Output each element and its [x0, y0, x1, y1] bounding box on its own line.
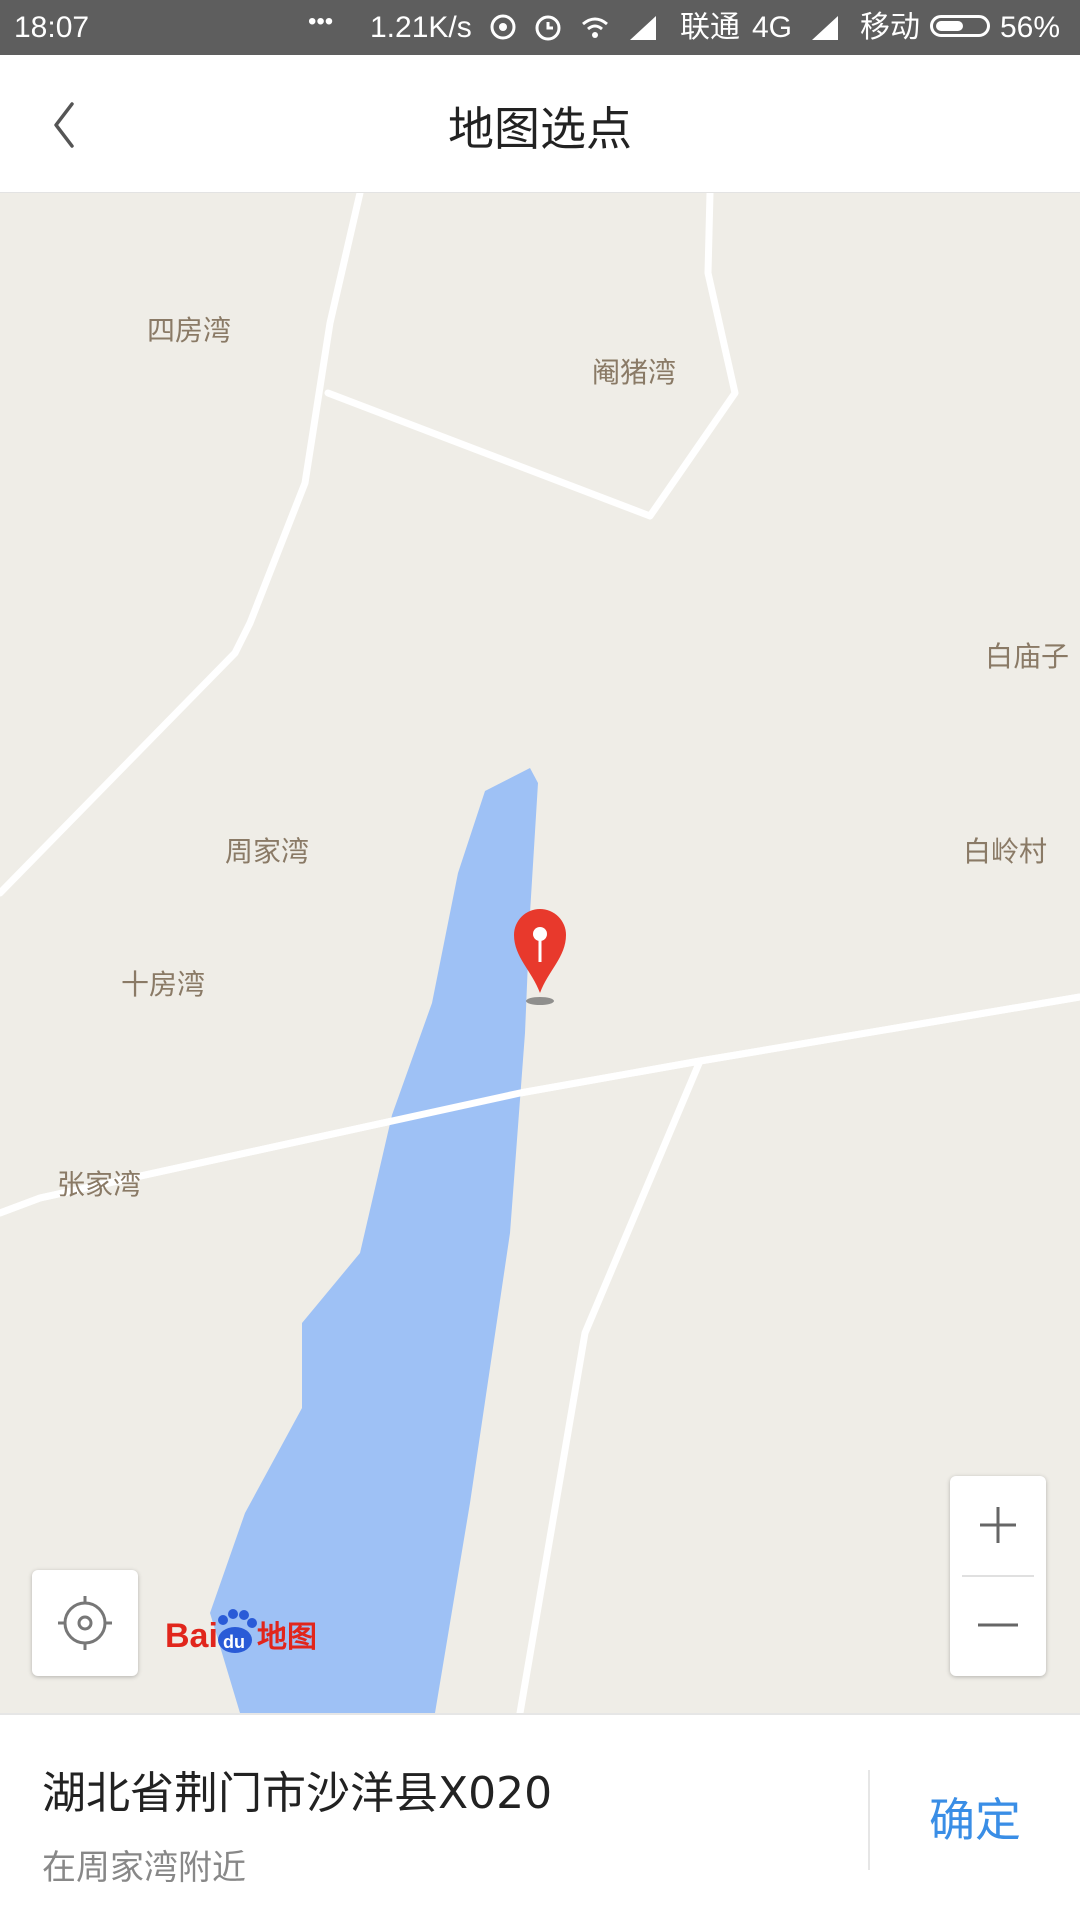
- signal-icon: [630, 16, 656, 40]
- nearby-hint: 在周家湾附近: [42, 1848, 246, 1888]
- minus-icon: [978, 1623, 1018, 1627]
- place-label: 白岭村: [963, 835, 1048, 868]
- carrier-1: 联通: [680, 11, 740, 44]
- selected-address: 湖北省荆门市沙洋县X020: [42, 1768, 553, 1819]
- main-road: [0, 993, 1080, 1217]
- app-header: 地图选点: [0, 55, 1080, 194]
- confirm-button[interactable]: 确定: [870, 1775, 1080, 1865]
- zoom-controls: [950, 1476, 1046, 1676]
- status-bar: 18:07 ••• 1.21K/s 联通 4G 移动 56%: [0, 0, 1080, 55]
- place-label: 张家湾: [57, 1168, 142, 1201]
- battery-icon: [930, 15, 990, 37]
- svg-text:du: du: [223, 1632, 245, 1652]
- page-title: 地图选点: [448, 102, 632, 156]
- place-label: 四房湾: [147, 314, 232, 347]
- wifi-icon: [582, 17, 608, 38]
- place-label: 周家湾: [225, 835, 310, 868]
- zoom-out-button[interactable]: [950, 1577, 1046, 1676]
- alarm-icon: [535, 15, 561, 41]
- battery-level: [936, 21, 963, 31]
- carrier-2: 移动: [860, 11, 920, 44]
- locate-button[interactable]: [32, 1570, 138, 1676]
- hotspot-icon: [490, 14, 516, 40]
- river: [210, 768, 538, 1713]
- status-more-dots: •••: [308, 8, 334, 35]
- map-pin-icon[interactable]: [510, 901, 570, 1011]
- signal-icon: [812, 16, 838, 40]
- network-speed: 1.21K/s: [370, 11, 472, 44]
- plus-icon: [980, 1507, 1016, 1543]
- map-view[interactable]: 四房湾 阉猪湾 白庙子 周家湾 白岭村 十房湾 张家湾 Bai du 地图: [0, 193, 1080, 1713]
- place-label: 白庙子: [985, 640, 1070, 673]
- place-label: 阉猪湾: [592, 356, 677, 389]
- status-time: 18:07: [14, 11, 90, 44]
- zoom-in-button[interactable]: [950, 1476, 1046, 1575]
- baidu-map-logo: Bai du 地图: [165, 1609, 317, 1655]
- network-type: 4G: [752, 11, 793, 44]
- selection-panel: 湖北省荆门市沙洋县X020 在周家湾附近 确定: [0, 1713, 1080, 1922]
- battery-percent: 56%: [1000, 11, 1061, 44]
- locate-icon: [58, 1596, 112, 1650]
- svg-text:Bai: Bai: [165, 1617, 218, 1655]
- place-label: 十房湾: [121, 968, 206, 1001]
- svg-text:地图: 地图: [257, 1620, 317, 1655]
